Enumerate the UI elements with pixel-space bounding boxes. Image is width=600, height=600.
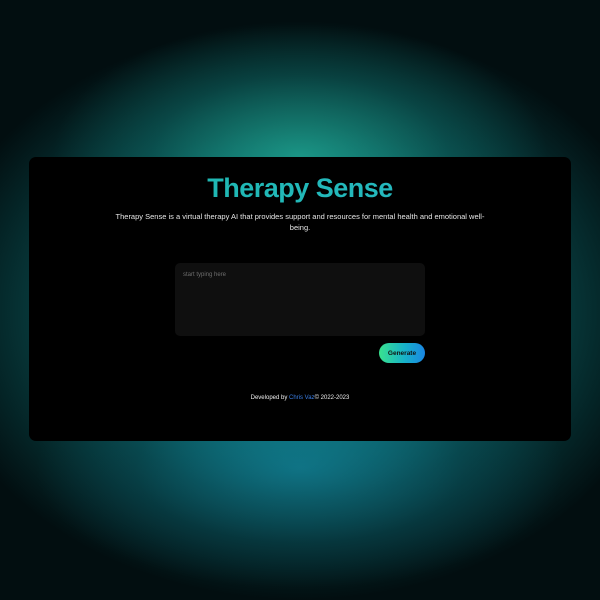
app-description: Therapy Sense is a virtual therapy AI th… (115, 212, 485, 232)
author-link[interactable]: Chris Vaz (289, 395, 315, 401)
prompt-input[interactable] (175, 263, 425, 336)
app-title: Therapy Sense (0, 172, 600, 204)
footer-prefix: Developed by (250, 395, 289, 401)
footer-credit: Developed by Chris Vaz© 2022-2023 (0, 394, 600, 403)
footer-copyright: © 2022-2023 (314, 395, 350, 401)
generate-button[interactable]: Generate (379, 343, 425, 363)
